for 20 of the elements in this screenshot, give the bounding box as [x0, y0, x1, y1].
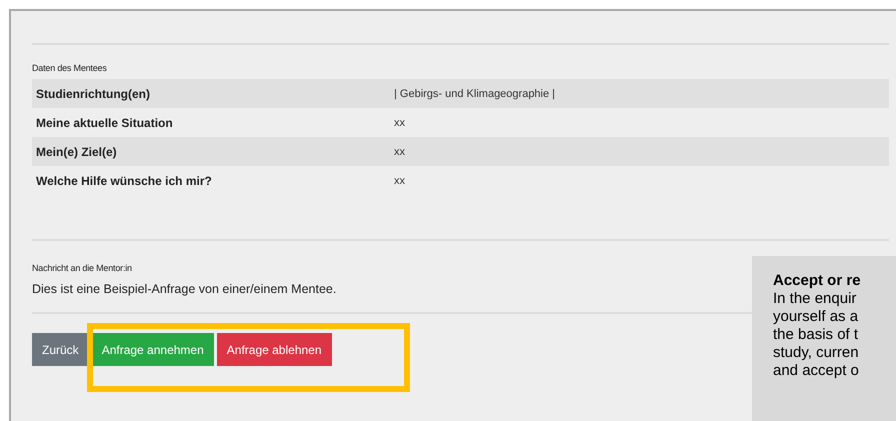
- section-heading: Nachricht an die Mentor:in: [32, 263, 133, 273]
- table-cell: xx: [394, 174, 405, 186]
- table-cell: xx: [394, 116, 405, 128]
- action-button[interactable]: Anfrage annehmen: [92, 333, 214, 366]
- callout-text: and accept o: [773, 362, 860, 380]
- callout-text: In the enquir: [773, 290, 858, 308]
- callout-text: study, curren: [773, 344, 860, 362]
- section-heading: Daten des Mentees: [32, 63, 108, 73]
- callout-text: the basis of t: [773, 326, 860, 344]
- action-button[interactable]: Zurück: [32, 333, 89, 366]
- message-text: Dies ist eine Beispiel-Anfrage von einer/einem Mentee.: [32, 282, 338, 296]
- callout-title: Accept or re: [773, 272, 862, 290]
- callout-text: yourself as a: [773, 308, 860, 326]
- table-cell: xx: [394, 146, 405, 158]
- table-cell: | Gebirgs- und Klimageographie |: [394, 88, 556, 100]
- action-button[interactable]: Anfrage ablehnen: [216, 333, 332, 366]
- table-cell-text: Meine aktuelle Situation: [35, 116, 174, 130]
- table-cell-text: Studienrichtung(en): [35, 86, 151, 100]
- table-cell-text: Mein(e) Ziel(e): [35, 144, 118, 158]
- table-cell-text: Welche Hilfe wünsche ich mir?: [35, 174, 213, 188]
